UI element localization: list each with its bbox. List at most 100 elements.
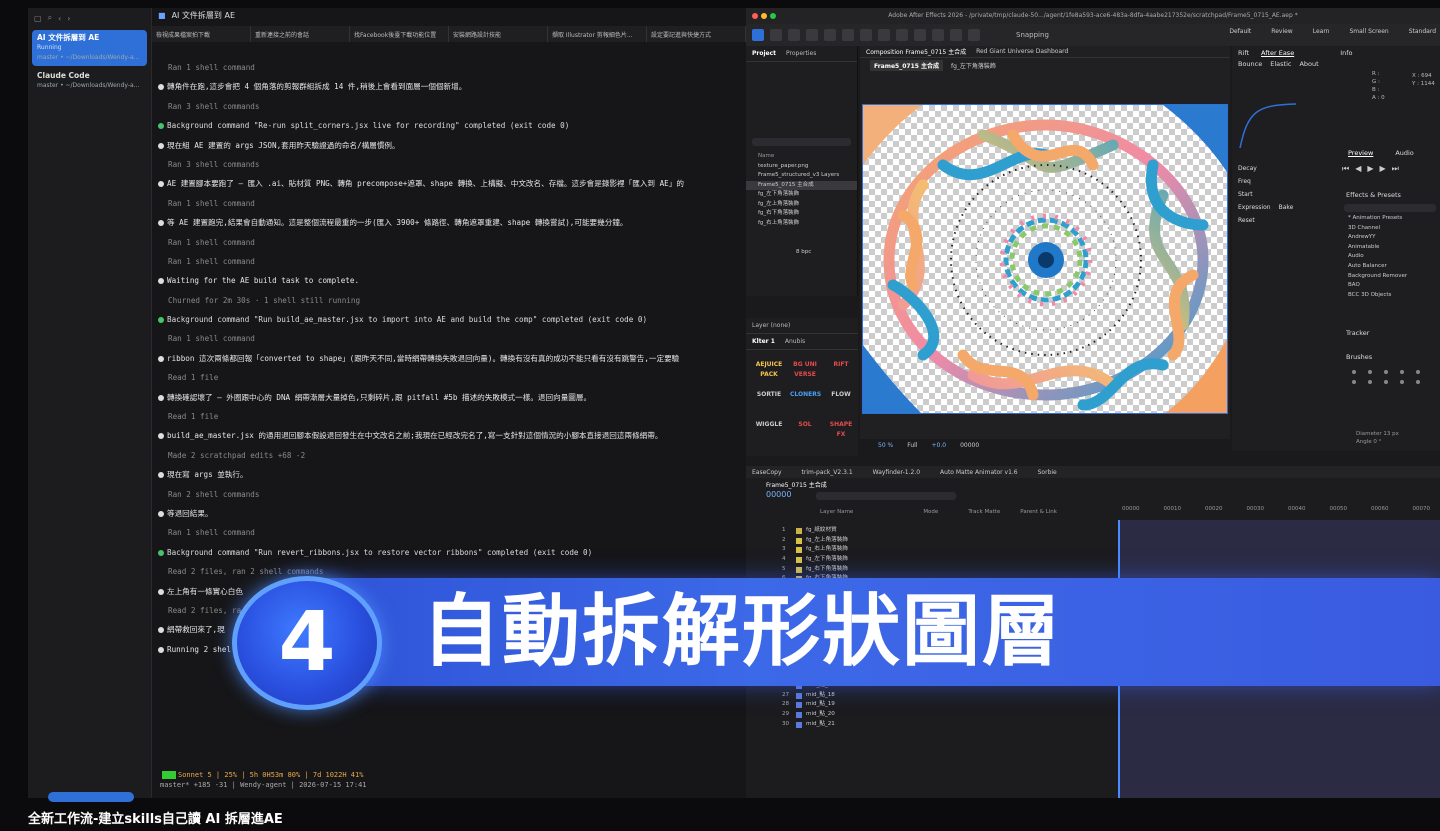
terminal-tab[interactable]: 安裝網路設計技能 [449,26,548,42]
project-item[interactable]: Frame5_0715 主合成 [746,180,857,190]
project-item[interactable]: Frame5_structured_v3 Layers [746,171,857,181]
terminal-tab[interactable]: 擷取 Illustrator 剪報細色片... [548,26,647,42]
timeline-layer[interactable]: 30 mid_點_21 [746,720,1116,730]
selection-tool-icon[interactable] [752,29,764,41]
param-freq[interactable]: Freq [1238,175,1293,188]
workspace-tab[interactable]: Default [1229,28,1251,35]
hand-tool-icon[interactable] [770,29,782,41]
layer-name[interactable]: fg_左上角落裝飾 [806,536,926,546]
timeline-comp-name[interactable]: Frame5_0715 主合成 [766,480,827,489]
timeline-layer[interactable]: 3 fg_右上角落裝飾 [746,545,1116,555]
effect-category[interactable]: AndrewYY [1340,233,1440,243]
script-button[interactable]: CLONERS [790,388,821,412]
snapping-toggle[interactable]: Snapping [1016,31,1049,39]
timecode[interactable]: 00000 [766,490,791,499]
stamp-tool-icon[interactable] [932,29,944,41]
timeline-layer[interactable]: 5 fg_右下角落裝飾 [746,565,1116,575]
script-tab[interactable]: Wayfinder-1.2.0 [873,469,920,476]
tab-properties[interactable]: Properties [786,50,816,57]
layer-color-label[interactable] [796,528,802,534]
tab-composition[interactable]: Composition Frame5_0715 主合成 [866,47,966,56]
workspace-tab[interactable]: Review [1271,28,1292,35]
zoom-tool-icon[interactable] [788,29,800,41]
tab-audio[interactable]: Audio [1389,146,1419,160]
script-button[interactable]: BG UNI VERSE [790,358,820,382]
type-tool-icon[interactable] [896,29,908,41]
sidebar-icon[interactable]: ▢ [34,14,42,23]
search-icon[interactable]: ⌕ [48,13,52,23]
project-item[interactable]: fg_右上角落裝飾 [746,219,857,229]
workspace-tab[interactable]: Small Screen [1350,28,1389,35]
effect-category[interactable]: Auto Balancer [1340,262,1440,272]
back-icon[interactable]: ‹ [58,14,61,23]
effect-category[interactable]: Background Remover [1340,272,1440,282]
timeline-layer[interactable]: 2 fg_左上角落裝飾 [746,536,1116,546]
pan-tool-icon[interactable] [842,29,854,41]
project-item[interactable]: fg_左下角落裝飾 [746,190,857,200]
timeline-layer[interactable]: 29 mid_點_20 [746,710,1116,720]
session-item[interactable]: Claude Code master • ~/Downloads/Wendy-a… [32,68,147,94]
terminal-tab[interactable]: 重新連接之前的會話 [251,26,350,42]
param-decay[interactable]: Decay [1238,162,1293,175]
camera-tool-icon[interactable] [824,29,836,41]
layer-color-label[interactable] [796,547,802,554]
minimize-icon[interactable] [761,13,767,19]
layer-color-label[interactable] [796,537,802,544]
timeline-layer[interactable]: 1 fg_紙紋材質 [746,526,1116,536]
script-tab[interactable]: EaseCopy [752,469,782,476]
brush-grid[interactable] [1352,370,1426,384]
current-frame[interactable]: 00000 [960,442,979,449]
script-button[interactable]: SOL [790,418,820,442]
terminal-tab[interactable]: 找Facebook後臺下載功能位置 [350,26,449,42]
script-tab[interactable]: Sorbie [1038,469,1057,476]
effect-category[interactable]: Audio [1340,252,1440,262]
resolution-select[interactable]: Full [907,442,917,449]
workspace-tab[interactable]: Standard [1409,28,1436,35]
puppet-tool-icon[interactable] [968,29,980,41]
tab-rift[interactable]: Rift [1232,46,1255,60]
layer-name[interactable]: fg_右下角落裝飾 [806,565,926,575]
comp-viewer[interactable] [862,104,1228,414]
expression-button[interactable]: Expression [1238,201,1271,214]
new-session-button[interactable] [48,792,134,802]
timeline-layer[interactable]: 4 fg_左下角落裝飾 [746,555,1116,565]
script-button[interactable]: RIFT [826,358,856,382]
rotate-tool-icon[interactable] [806,29,818,41]
script-button[interactable]: SHAPE FX [826,418,856,442]
project-item[interactable]: fg_左上角落裝飾 [746,200,857,210]
effect-category[interactable]: BAO [1340,281,1440,291]
layer-name[interactable]: fg_紙紋材質 [806,526,926,536]
terminal-tab[interactable]: 設定要記進與快捷方式 [647,26,746,42]
layer-color-label[interactable] [796,566,802,573]
brushes-panel[interactable]: Brushes [1340,350,1378,364]
tab-red-giant[interactable]: Red Giant Universe Dashboard [976,48,1068,55]
layer-name[interactable]: mid_點_21 [806,720,926,730]
layer-color-label[interactable] [796,712,802,719]
exposure-value[interactable]: +0.0 [932,442,947,449]
breadcrumb-precomp[interactable]: fg_左下角落裝飾 [951,61,996,70]
script-tab[interactable]: trim-pack_V2.3.1 [802,469,853,476]
layer-name[interactable]: fg_左下角落裝飾 [806,555,926,565]
script-button[interactable]: WIGGLE [754,418,784,442]
effect-category[interactable]: 3D Channel [1340,224,1440,234]
layer-color-label[interactable] [796,557,802,564]
script-button[interactable]: SORTIE [754,388,784,412]
tab-project[interactable]: Project [752,50,776,57]
maximize-icon[interactable] [770,13,776,19]
terminal-tab[interactable]: 檢視成果檔案拍下載 [152,26,251,42]
bpc-indicator[interactable]: 8 bpc [746,248,857,258]
playback-controls[interactable]: ⏮◀▶▶⏭ [1342,164,1405,174]
ease-curve-graph[interactable] [1238,100,1298,150]
script-button[interactable]: FLOW [826,388,856,412]
layer-color-label[interactable] [796,721,802,728]
effect-category[interactable]: BCC 3D Objects [1340,291,1440,301]
layer-search-input[interactable] [816,492,956,500]
tracker-panel[interactable]: Tracker [1340,326,1375,340]
reset-button[interactable]: Reset [1238,214,1293,227]
time-ruler[interactable]: 00000 00010 00020 00030 00040 00050 00060 00070… [1118,506,1440,518]
tab-preview[interactable]: Preview [1342,146,1379,160]
session-item-active[interactable]: AI 文件拆層到 AE Running master • ~/Downloads… [32,30,147,66]
param-start[interactable]: Start [1238,188,1293,201]
workspace-tab[interactable]: Learn [1313,28,1330,35]
script-tab[interactable]: Auto Matte Animator v1.6 [940,469,1018,476]
